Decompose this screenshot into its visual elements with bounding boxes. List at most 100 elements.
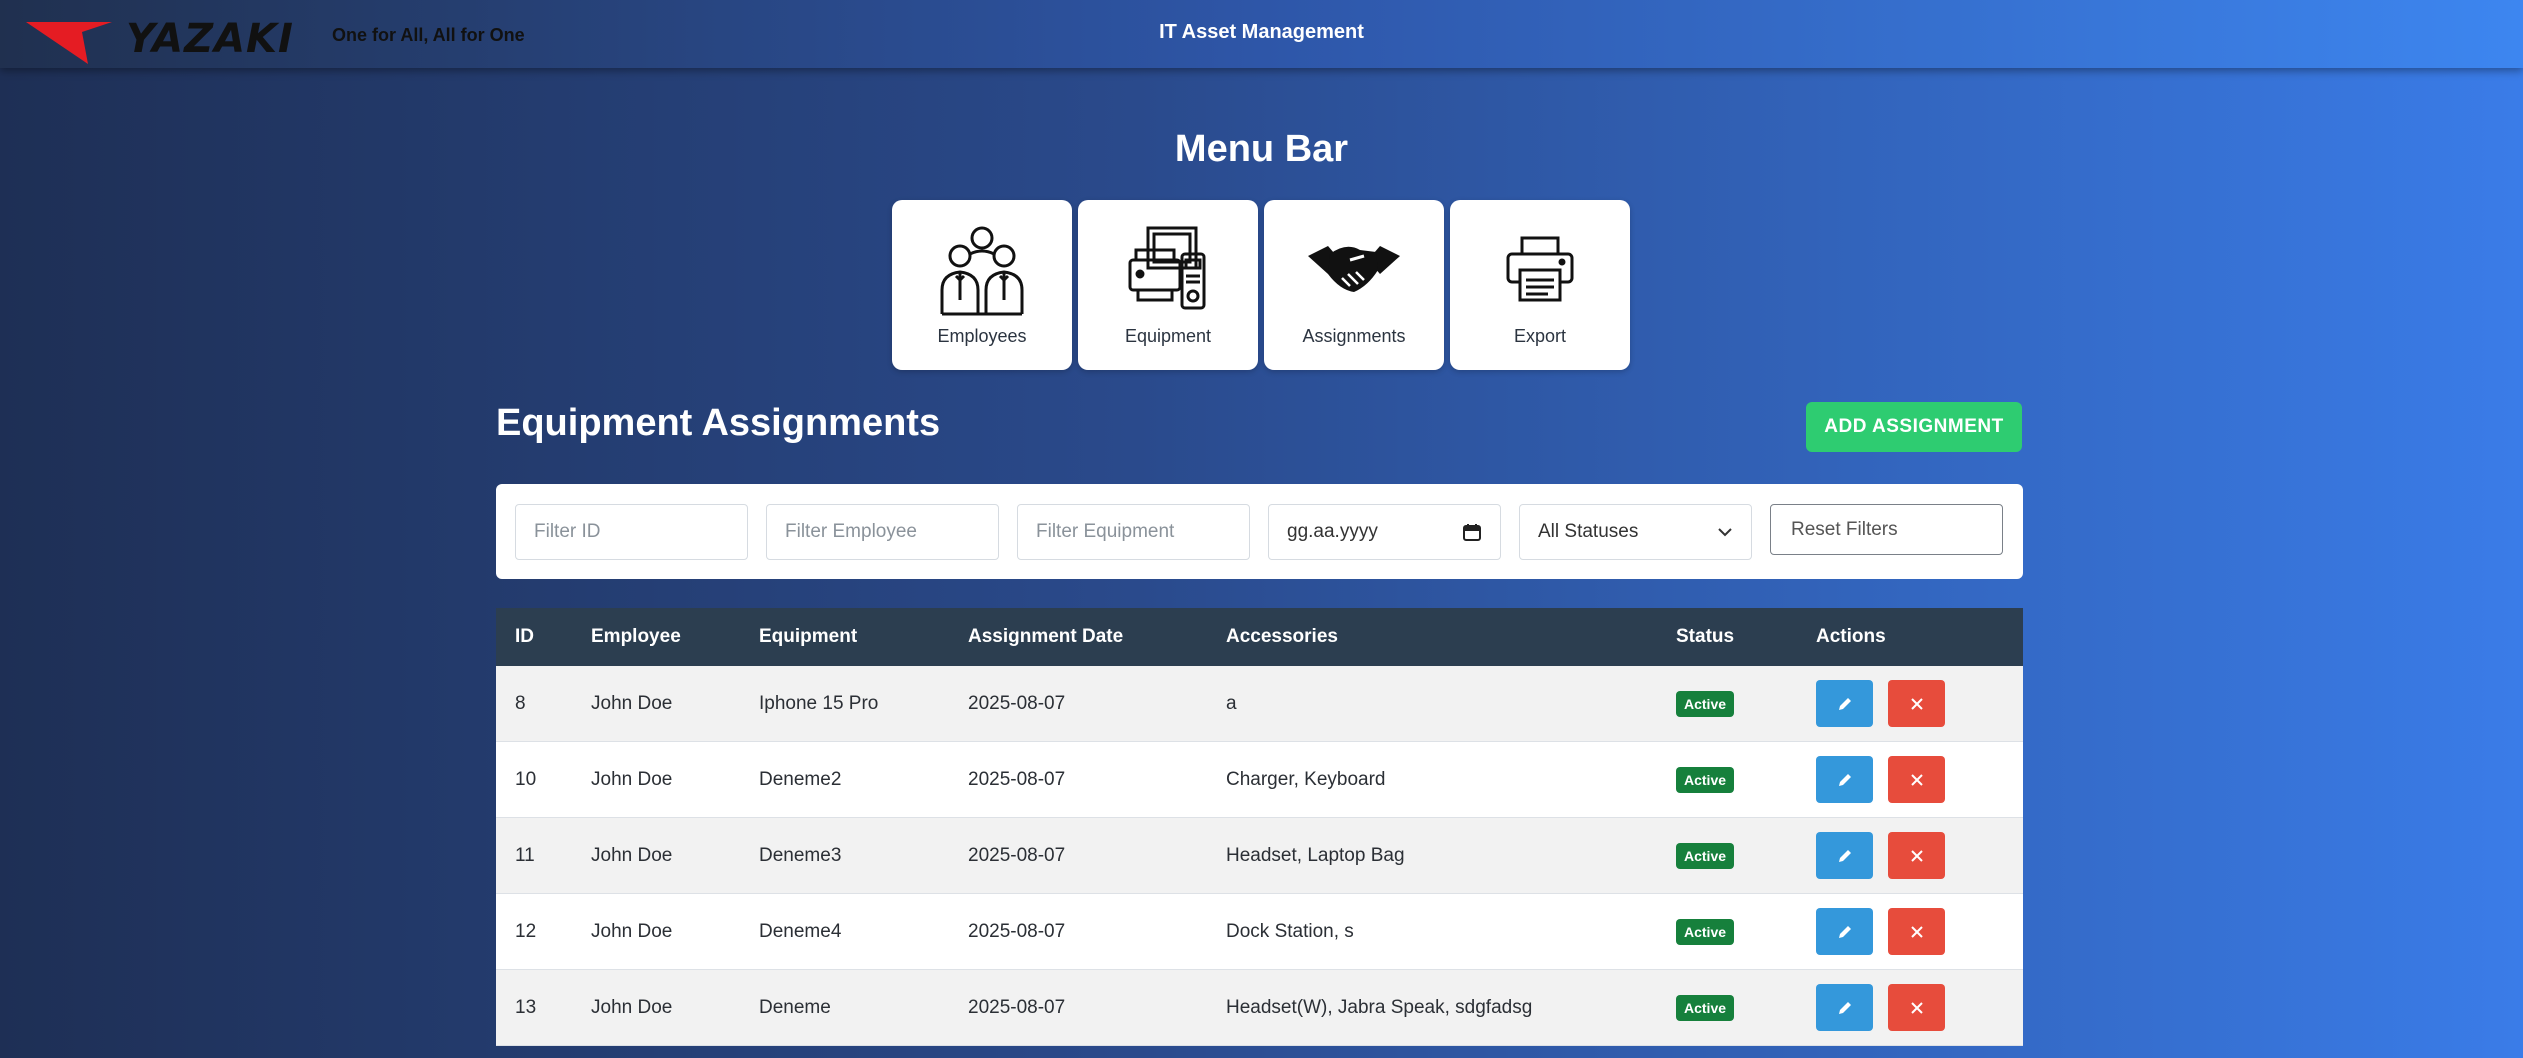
table-row: 11 John Doe Deneme3 2025-08-07 Headset, … [496,818,2023,894]
filter-equipment-input[interactable]: Filter Equipment [1017,504,1250,560]
column-header-accessories[interactable]: Accessories [1226,626,1338,648]
column-header-employee[interactable]: Employee [591,626,681,648]
status-select[interactable]: All Statuses [1519,504,1752,560]
close-icon [1910,1001,1923,1014]
close-icon [1910,925,1923,938]
cell-equipment: Deneme4 [759,920,842,942]
delete-button[interactable] [1888,908,1945,955]
row-actions [1816,908,1945,955]
edit-button[interactable] [1816,832,1873,879]
pencil-icon [1838,849,1851,862]
pencil-icon [1838,925,1851,938]
calendar-icon[interactable] [1462,522,1482,542]
status-cell: Active [1676,690,1735,717]
row-actions [1816,680,1945,727]
column-header-date[interactable]: Assignment Date [968,626,1123,648]
close-icon [1910,773,1923,786]
cell-equipment: Deneme3 [759,844,842,866]
cell-employee: John Doe [591,844,673,866]
filter-id-input[interactable]: Filter ID [515,504,748,560]
assignments-table: ID Employee Equipment Assignment Date Ac… [496,608,2023,1046]
table-row: 12 John Doe Deneme4 2025-08-07 Dock Stat… [496,894,2023,970]
page-title: Equipment Assignments [496,402,941,444]
cell-accessories: Dock Station, s [1226,920,1354,942]
close-icon [1910,697,1923,710]
menu-item-label: Export [1513,326,1567,346]
status-badge: Active [1676,994,1735,1021]
cell-id: 11 [515,844,535,866]
cell-accessories: Charger, Keyboard [1226,768,1386,790]
delete-button[interactable] [1888,832,1945,879]
delete-button[interactable] [1888,984,1945,1031]
edit-button[interactable] [1816,984,1873,1031]
cell-accessories: Headset, Laptop Bag [1226,844,1405,866]
menu-item-assignments[interactable]: Assignments [1264,200,1444,370]
column-header-actions: Actions [1816,626,1886,647]
cell-date: 2025-08-07 [968,692,1066,714]
status-badge: Active [1676,766,1735,793]
cell-date: 2025-08-07 [968,844,1066,866]
cell-date: 2025-08-07 [968,768,1066,790]
status-badge: Active [1676,690,1735,717]
menu-item-label: Assignments [1302,326,1406,346]
menu-item-label: Equipment [1124,326,1212,346]
edit-button[interactable] [1816,756,1873,803]
menu-title: Menu Bar [1174,128,1349,170]
cell-equipment: Iphone 15 Pro [759,692,879,714]
delete-button[interactable] [1888,756,1945,803]
top-bar: YAZAKI One for All, All for One IT Asset… [0,0,2523,68]
status-cell: Active [1676,766,1735,793]
row-actions [1816,984,1945,1031]
menu-bar: Employees Equipment Assignments Export [892,200,1630,370]
add-assignment-button[interactable]: ADD ASSIGNMENT [1806,402,2022,452]
menu-item-employees[interactable]: Employees [892,200,1072,370]
date-value: gg.aa.yyyy [1287,521,1378,542]
status-select-value: All Statuses [1538,521,1639,542]
cell-equipment: Deneme2 [759,768,842,790]
status-cell: Active [1676,918,1735,945]
cell-date: 2025-08-07 [968,920,1066,942]
cell-employee: John Doe [591,692,673,714]
cell-id: 8 [515,692,526,714]
chevron-down-icon [1718,528,1732,537]
table-row: 8 John Doe Iphone 15 Pro 2025-08-07 a Ac… [496,666,2023,742]
table-row: 10 John Doe Deneme2 2025-08-07 Charger, … [496,742,2023,818]
column-header-status[interactable]: Status [1676,626,1734,648]
status-badge: Active [1676,842,1735,869]
status-badge: Active [1676,918,1735,945]
filter-employee-input[interactable]: Filter Employee [766,504,999,560]
delete-button[interactable] [1888,680,1945,727]
menu-item-export[interactable]: Export [1450,200,1630,370]
filter-date-input[interactable]: gg.aa.yyyy [1268,504,1501,560]
table-header: ID Employee Equipment Assignment Date Ac… [496,608,2023,666]
cell-employee: John Doe [591,996,673,1018]
menu-item-label: Employees [937,326,1027,346]
column-header-id[interactable]: ID [515,626,534,648]
cell-accessories: a [1226,692,1237,714]
reset-filters-button[interactable]: Reset Filters [1770,504,2003,555]
pencil-icon [1838,697,1851,710]
app-title: IT Asset Management [1159,21,1364,43]
cell-id: 13 [515,996,537,1018]
employees-icon [940,226,1024,316]
edit-button[interactable] [1816,680,1873,727]
status-cell: Active [1676,994,1735,1021]
handshake-icon [1308,246,1400,292]
menu-item-equipment[interactable]: Equipment [1078,200,1258,370]
close-icon [1910,849,1923,862]
cell-id: 10 [515,768,537,790]
cell-employee: John Doe [591,768,673,790]
cell-date: 2025-08-07 [968,996,1066,1018]
equipment-icon [1128,226,1206,310]
filter-bar: Filter ID Filter Employee Filter Equipme… [496,484,2023,579]
row-actions [1816,756,1945,803]
cell-equipment: Deneme [759,996,831,1018]
status-cell: Active [1676,842,1735,869]
pencil-icon [1838,1001,1851,1014]
cell-accessories: Headset(W), Jabra Speak, sdgfadsg [1226,996,1533,1018]
edit-button[interactable] [1816,908,1873,955]
pencil-icon [1838,773,1851,786]
cell-id: 12 [515,920,537,942]
cell-employee: John Doe [591,920,673,942]
column-header-equipment[interactable]: Equipment [759,626,857,648]
